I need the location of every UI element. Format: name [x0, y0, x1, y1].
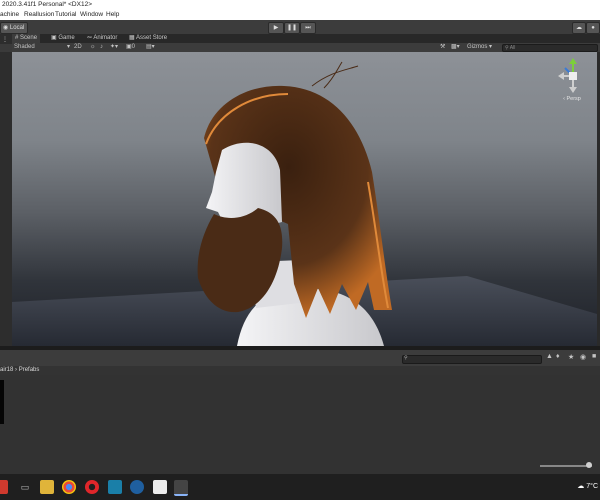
window-title-bar: 2020.3.41f1 Personal* <DX12>: [0, 0, 600, 10]
tab-asset-store-label: Asset Store: [136, 35, 168, 41]
breadcrumb-item[interactable]: Prefabs: [19, 367, 40, 373]
services-button[interactable]: ☁: [572, 22, 586, 34]
start-app-icon[interactable]: [0, 480, 8, 494]
project-search-field[interactable]: ⚲: [402, 355, 542, 364]
scene-orientation-gizmo[interactable]: ‹ Persp: [552, 56, 592, 108]
thumbnail-size-slider[interactable]: [540, 462, 592, 468]
tools-icon[interactable]: ⚒: [440, 43, 445, 52]
scene-search-field[interactable]: ⚲ All: [502, 44, 598, 52]
tab-animator-label: Animator: [93, 35, 118, 41]
tab-scene[interactable]: # Scene: [12, 34, 41, 43]
filter-by-type-icon[interactable]: ▲: [546, 353, 553, 360]
project-toolbar: ⚲ ▲ ♦ ★ ◉ ■: [0, 350, 600, 367]
scene-viewport[interactable]: ‹ Persp: [12, 52, 597, 346]
scene-search-placeholder: All: [509, 45, 516, 51]
unity-editor-icon[interactable]: [174, 480, 188, 496]
lighting-toggle-icon[interactable]: ☼: [90, 43, 96, 52]
globe-icon: ◉: [3, 25, 9, 31]
menu-bar: achine Reallusion Tutorial Window Help: [0, 10, 600, 20]
menu-item-reallusion[interactable]: Reallusion: [24, 10, 54, 20]
hair-strand: [311, 65, 359, 87]
gizmos-dropdown[interactable]: Gizmos ▾: [467, 43, 492, 52]
task-view-icon[interactable]: ▭: [18, 480, 32, 494]
chevron-down-icon: ▾: [489, 44, 493, 50]
game-icon: ▣: [51, 35, 57, 41]
slider-handle[interactable]: [586, 462, 592, 468]
camera-settings-icon[interactable]: ▤▾: [146, 43, 155, 52]
account-button[interactable]: ●: [586, 22, 600, 34]
hair-strand: [323, 61, 343, 89]
system-tray: ☁ 7°C: [577, 480, 598, 494]
animator-icon: ∾: [87, 35, 93, 41]
pivot-rotation-toggle[interactable]: ◉ Local: [0, 22, 28, 34]
chrome-icon[interactable]: [62, 480, 76, 494]
menu-item-help[interactable]: Help: [106, 10, 119, 20]
tab-scene-label: Scene: [20, 35, 38, 41]
effects-toggle-icon[interactable]: ✦▾: [110, 43, 118, 52]
pivot-rotation-label: Local: [9, 25, 25, 31]
tab-asset-store[interactable]: ▦ Asset Store: [126, 34, 170, 43]
step-button[interactable]: ⏭: [300, 22, 316, 34]
file-explorer-icon[interactable]: [40, 480, 54, 494]
unity-hub-icon[interactable]: [153, 480, 167, 494]
project-footer: [0, 458, 600, 474]
store-icon: ▦: [129, 35, 135, 41]
camera-icon[interactable]: ▩▾: [451, 43, 460, 52]
filter-by-label-icon[interactable]: ♦: [556, 353, 560, 360]
tab-animator[interactable]: ∾ Animator: [84, 34, 120, 43]
window-title: 2020.3.41f1 Personal* <DX12>: [2, 1, 92, 8]
account-icon: ●: [591, 25, 595, 31]
project-assets-area[interactable]: [0, 375, 600, 458]
app-m-icon[interactable]: [108, 480, 122, 494]
hierarchy-row[interactable]: [0, 44, 12, 52]
scene-icon: #: [15, 35, 19, 41]
scene-render: [12, 61, 597, 346]
chevron-down-icon: ▾: [66, 44, 70, 50]
app-c-icon[interactable]: [130, 480, 144, 494]
gizmos-label: Gizmos: [467, 44, 488, 50]
search-icon: ⚲: [404, 355, 408, 361]
breadcrumb: air18 › Prefabs: [0, 366, 600, 375]
audio-toggle-icon[interactable]: ♪: [100, 43, 103, 52]
step-icon: ⏭: [305, 25, 311, 31]
lock-icon[interactable]: ■: [592, 353, 596, 360]
os-taskbar: ▭ ☁ 7°C: [0, 474, 600, 500]
temperature-label[interactable]: 7°C: [586, 483, 598, 490]
favorite-icon[interactable]: ★: [568, 353, 574, 361]
pause-button[interactable]: ❚❚: [284, 22, 300, 34]
breadcrumb-item[interactable]: air18: [0, 367, 13, 373]
weather-icon[interactable]: ☁: [577, 483, 584, 490]
tab-game[interactable]: ▣ Game: [48, 34, 78, 43]
pause-icon: ❚❚: [286, 25, 298, 31]
search-icon: ⚲: [505, 45, 509, 51]
menu-item-window[interactable]: Window: [80, 10, 103, 20]
prefab-thumbnail[interactable]: [0, 380, 4, 424]
play-icon: ▶: [273, 25, 279, 31]
shading-mode-value: Shaded: [14, 44, 35, 50]
shading-mode-dropdown[interactable]: Shaded ▾: [14, 43, 70, 52]
cloud-icon: ☁: [576, 25, 582, 31]
menu-item-tutorial[interactable]: Tutorial: [55, 10, 76, 20]
opera-icon[interactable]: [85, 480, 99, 494]
tab-game-label: Game: [58, 35, 75, 41]
projection-mode-label[interactable]: ‹ Persp: [552, 96, 592, 102]
breadcrumb-separator: ›: [15, 367, 18, 373]
hidden-objects-icon[interactable]: ▣0: [126, 43, 135, 52]
play-button[interactable]: ▶: [268, 22, 284, 34]
menu-item-machine[interactable]: achine: [0, 10, 19, 20]
scene-tabs-row: # Scene ▣ Game ∾ Animator ▦ Asset Store: [12, 34, 600, 43]
axis-gizmo-icon: [558, 58, 577, 93]
main-toolbar: ◉ Local ▶ ❚❚ ⏭ ☁ ●: [0, 20, 600, 35]
panel-menu-icon[interactable]: ⋮: [2, 36, 8, 43]
2d-mode-toggle[interactable]: 2D: [74, 43, 84, 52]
hidden-packages-icon[interactable]: ◉: [580, 353, 586, 361]
